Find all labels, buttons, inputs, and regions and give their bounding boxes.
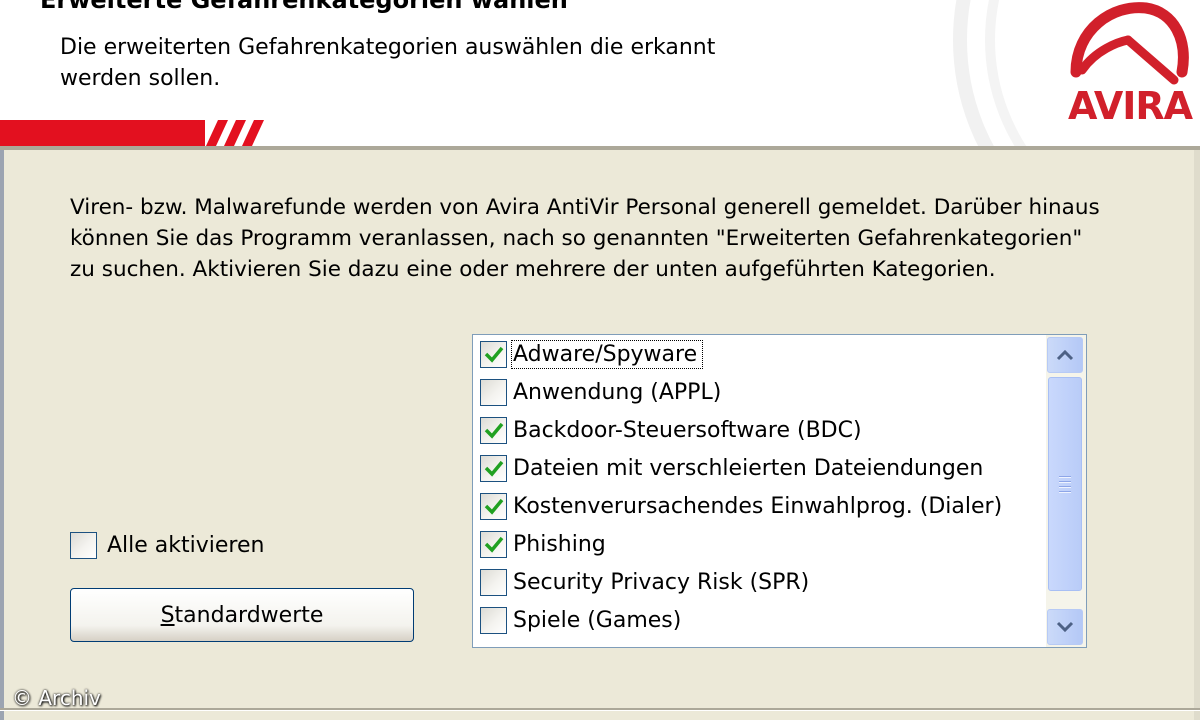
scroll-thumb-grip [1059,473,1071,496]
footer-divider [0,708,1200,711]
scroll-thumb[interactable] [1048,377,1082,591]
category-label: Anwendung (APPL) [513,379,722,405]
category-label: Kostenverursachendes Einwahlprog. (Diale… [513,493,1003,519]
chevron-down-icon [1056,621,1074,633]
category-item[interactable]: Anwendung (APPL) [473,373,1043,411]
avira-logo-text: AVIRA [1068,84,1193,128]
checkmark-icon [484,498,503,515]
category-checkbox[interactable] [480,416,507,444]
page-subtitle: Die erweiterten Gefahrenkategorien auswä… [60,35,716,91]
category-label: Backdoor-Steuersoftware (BDC) [513,417,862,443]
category-label: Dateien mit verschleierten Dateiendungen [513,455,984,481]
brand-stripe [0,120,205,146]
page-title: Erweiterte Gefahrenkategorien wählen [40,0,568,14]
category-checkbox[interactable] [480,568,507,596]
brand-stripe-slashes [206,120,264,146]
scroll-up-button[interactable] [1047,337,1083,373]
category-label: Adware/Spyware [510,339,704,369]
category-item[interactable]: Phishing [473,525,1043,563]
category-checkbox[interactable] [480,378,507,406]
category-item[interactable]: Backdoor-Steuersoftware (BDC) [473,411,1043,449]
category-item[interactable]: Kostenverursachendes Einwahlprog. (Diale… [473,487,1043,525]
description-text: Viren- bzw. Malwarefunde werden von Avir… [70,195,1100,282]
defaults-button-accelerator: S [160,602,175,628]
category-item[interactable]: Adware/Spyware [473,335,1043,373]
check-all-checkbox[interactable]: Alle aktivieren [70,532,264,559]
category-checkbox[interactable] [480,454,507,482]
category-item[interactable]: Dateien mit verschleierten Dateiendungen [473,449,1043,487]
header-divider [0,146,1200,150]
check-all-box[interactable] [70,532,97,559]
category-label: Spiele (Games) [513,607,682,633]
category-checkbox[interactable] [480,530,507,558]
scroll-down-button[interactable] [1047,609,1083,645]
category-list: Adware/Spyware Anwendung (APPL) Backdoor-S… [473,335,1043,639]
defaults-button-label: tandardwerte [174,602,324,628]
category-label: Security Privacy Risk (SPR) [513,569,810,595]
checkmark-icon [484,346,503,363]
category-label: Phishing [513,531,606,557]
category-item[interactable]: Spiele (Games) [473,601,1043,639]
checkmark-icon [484,536,503,553]
check-all-label: Alle aktivieren [107,533,265,558]
checkmark-icon [484,422,503,439]
copyright-watermark: © Archiv [12,686,101,710]
category-checkbox[interactable] [480,606,507,634]
category-checkbox[interactable] [480,492,507,520]
category-item[interactable]: Security Privacy Risk (SPR) [473,563,1043,601]
chevron-up-icon [1056,349,1074,361]
checkmark-icon [484,460,503,477]
list-scrollbar[interactable] [1046,335,1086,647]
defaults-button[interactable]: Standardwerte [70,588,414,642]
wizard-header: Erweiterte Gefahrenkategorien wählen Die… [0,0,1200,150]
window-right-edge [1194,150,1200,720]
category-listbox[interactable]: Adware/Spyware Anwendung (APPL) Backdoor-S… [472,334,1087,648]
category-checkbox[interactable] [480,340,507,368]
